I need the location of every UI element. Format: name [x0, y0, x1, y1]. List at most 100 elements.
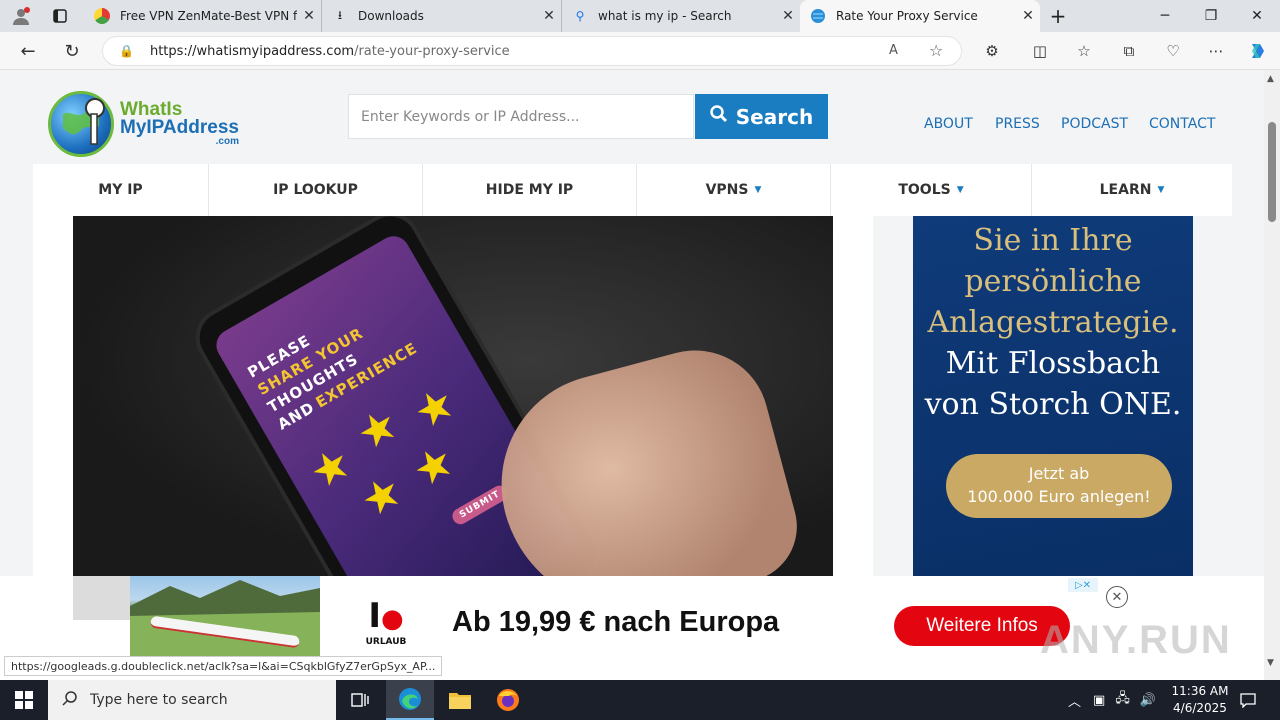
more-menu-icon[interactable]: ⋯ — [1202, 38, 1230, 64]
close-icon[interactable]: ✕ — [1016, 8, 1040, 24]
system-tray: ︿ ▣ 🖧 🔊 — [1068, 680, 1156, 720]
tab-actions-icon[interactable] — [48, 6, 72, 26]
top-link-press[interactable]: PRESS — [995, 116, 1040, 132]
nav-vpns[interactable]: VPNS ▼ — [637, 164, 831, 216]
ad-text-line: von Storch ONE. — [924, 387, 1182, 422]
firefox-icon[interactable] — [484, 680, 532, 720]
ad-cta-line2: 100.000 Euro anlegen! — [967, 487, 1151, 506]
scroll-up-icon[interactable]: ▲ — [1267, 74, 1274, 84]
taskbar-clock[interactable]: 11:36 AM 4/6/2025 — [1160, 683, 1240, 717]
network-icon[interactable]: 🖧 — [1115, 689, 1130, 711]
taskbar-search-box[interactable]: Type here to search — [48, 680, 336, 720]
chrome-store-icon — [94, 8, 110, 24]
url-path: /rate-your-proxy-service — [354, 43, 510, 59]
copilot-icon[interactable] — [1244, 38, 1272, 64]
search-icon — [62, 690, 78, 710]
top-link-podcast[interactable]: PODCAST — [1061, 116, 1128, 132]
ad-text-line: Sie in Ihre — [973, 223, 1133, 258]
tab-zenmate[interactable]: Free VPN ZenMate-Best VPN for ✕ — [84, 0, 322, 32]
logo-caption: URLAUB — [365, 637, 407, 647]
sidebar-advertisement[interactable]: Sie in Ihre persönliche Anlagestrategie.… — [913, 216, 1193, 576]
nav-label: MY IP — [98, 182, 143, 198]
favorite-star-icon[interactable]: ☆ — [929, 41, 943, 60]
favorites-icon[interactable]: ☆ — [1070, 38, 1098, 64]
url-field[interactable]: 🔒 https://whatismyipaddress.com/rate-you… — [102, 36, 962, 66]
search-button[interactable]: Search — [695, 94, 828, 139]
nav-my-ip[interactable]: MY IP — [33, 164, 209, 216]
nav-tools[interactable]: TOOLS ▼ — [831, 164, 1032, 216]
scroll-thumb[interactable] — [1268, 122, 1276, 222]
tab-downloads[interactable]: ⭳ Downloads ✕ — [322, 0, 562, 32]
new-tab-button[interactable]: + — [1044, 4, 1072, 28]
site-search-input[interactable]: Enter Keywords or IP Address... — [348, 94, 694, 139]
close-icon[interactable]: ✕ — [297, 8, 321, 24]
edge-taskbar-icon[interactable] — [386, 680, 434, 720]
extensions-icon[interactable]: ⚙ — [978, 38, 1006, 64]
logo-mark: I● — [368, 596, 404, 636]
browser-tab-bar: Free VPN ZenMate-Best VPN for ✕ ⭳ Downlo… — [0, 0, 1280, 32]
taskbar-search-placeholder: Type here to search — [90, 692, 228, 708]
tab-title: what is my ip - Search — [598, 9, 732, 23]
restore-button[interactable]: ❐ — [1188, 0, 1234, 32]
tab-rate-proxy[interactable]: Rate Your Proxy Service ✕ — [800, 0, 1040, 32]
refresh-button[interactable]: ↻ — [57, 37, 87, 65]
device-icon[interactable]: ▣ — [1093, 693, 1105, 708]
top-link-about[interactable]: ABOUT — [924, 116, 973, 132]
nav-label: HIDE MY IP — [485, 182, 574, 198]
tab-title: Downloads — [358, 9, 424, 23]
search-icon: ⚲ — [575, 9, 585, 23]
ad-cta-button[interactable]: Jetzt ab 100.000 Euro anlegen! — [946, 454, 1172, 518]
urlaub-logo: I● URLAUB — [358, 598, 414, 656]
browser-essentials-icon[interactable]: ♡ — [1159, 38, 1187, 64]
nav-learn[interactable]: LEARN ▼ — [1032, 164, 1232, 216]
hero-image: PLEASE SHARE YOUR THOUGHTS AND EXPERIENC… — [73, 216, 833, 576]
nav-label: VPNS — [705, 182, 749, 198]
split-screen-icon[interactable]: ◫ — [1026, 38, 1054, 64]
caret-down-icon: ▼ — [956, 185, 964, 195]
main-navigation: MY IP IP LOOKUP HIDE MY IP VPNS ▼ TOOLS ▼ … — [33, 164, 1232, 216]
search-icon — [710, 105, 728, 128]
hand-shape — [476, 333, 810, 576]
adchoices-icon[interactable]: ▷✕ — [1068, 578, 1098, 592]
scroll-down-icon[interactable]: ▼ — [1267, 658, 1274, 668]
notification-icon[interactable] — [1232, 680, 1264, 720]
nav-hide-my-ip[interactable]: HIDE MY IP — [423, 164, 637, 216]
banner-placeholder — [73, 576, 130, 620]
caret-down-icon: ▼ — [1157, 185, 1165, 195]
read-aloud-icon[interactable]: A — [889, 43, 898, 58]
ad-text-line: persönliche — [964, 264, 1142, 299]
close-icon[interactable]: ✕ — [1106, 586, 1128, 608]
task-view-icon[interactable] — [336, 680, 384, 720]
tray-expand-icon[interactable]: ︿ — [1068, 691, 1081, 710]
collections-icon[interactable]: ⧉ — [1115, 38, 1143, 64]
windows-start-icon[interactable] — [0, 680, 48, 720]
site-logo[interactable]: WhatIs MyIPAddress .com — [48, 88, 258, 160]
back-button[interactable]: ← — [13, 37, 43, 65]
file-explorer-icon[interactable] — [436, 680, 484, 720]
ad-cta-line1: Jetzt ab — [1028, 464, 1090, 483]
logo-line-2: MyIPAddress — [120, 117, 239, 138]
nav-label: IP LOOKUP — [273, 182, 358, 198]
profile-icon[interactable] — [8, 5, 34, 27]
address-toolbar: ← ↻ 🔒 https://whatismyipaddress.com/rate… — [0, 32, 1280, 70]
page-scrollbar[interactable]: ▲ ▼ — [1264, 70, 1280, 680]
star-icon: ★ — [404, 376, 465, 441]
nav-ip-lookup[interactable]: IP LOOKUP — [209, 164, 423, 216]
nav-label: LEARN — [1099, 182, 1152, 198]
download-icon: ⭳ — [337, 7, 343, 22]
star-icon: ★ — [403, 434, 464, 499]
train-photo — [130, 576, 320, 656]
globe-icon — [810, 8, 826, 24]
lock-icon: 🔒 — [119, 44, 134, 58]
status-bar-url: https://googleads.g.doubleclick.net/aclk… — [4, 656, 443, 676]
clock-date: 4/6/2025 — [1173, 701, 1227, 715]
tab-search[interactable]: ⚲ what is my ip - Search ✕ — [562, 0, 800, 32]
star-icon: ★ — [300, 436, 361, 501]
window-close-button[interactable]: ✕ — [1234, 0, 1280, 32]
volume-icon[interactable]: 🔊 — [1140, 693, 1156, 708]
close-icon[interactable]: ✕ — [537, 8, 561, 24]
nav-label: TOOLS — [898, 182, 951, 198]
top-link-contact[interactable]: CONTACT — [1149, 116, 1215, 132]
minimize-button[interactable]: ─ — [1142, 0, 1188, 32]
close-icon[interactable]: ✕ — [776, 8, 800, 24]
